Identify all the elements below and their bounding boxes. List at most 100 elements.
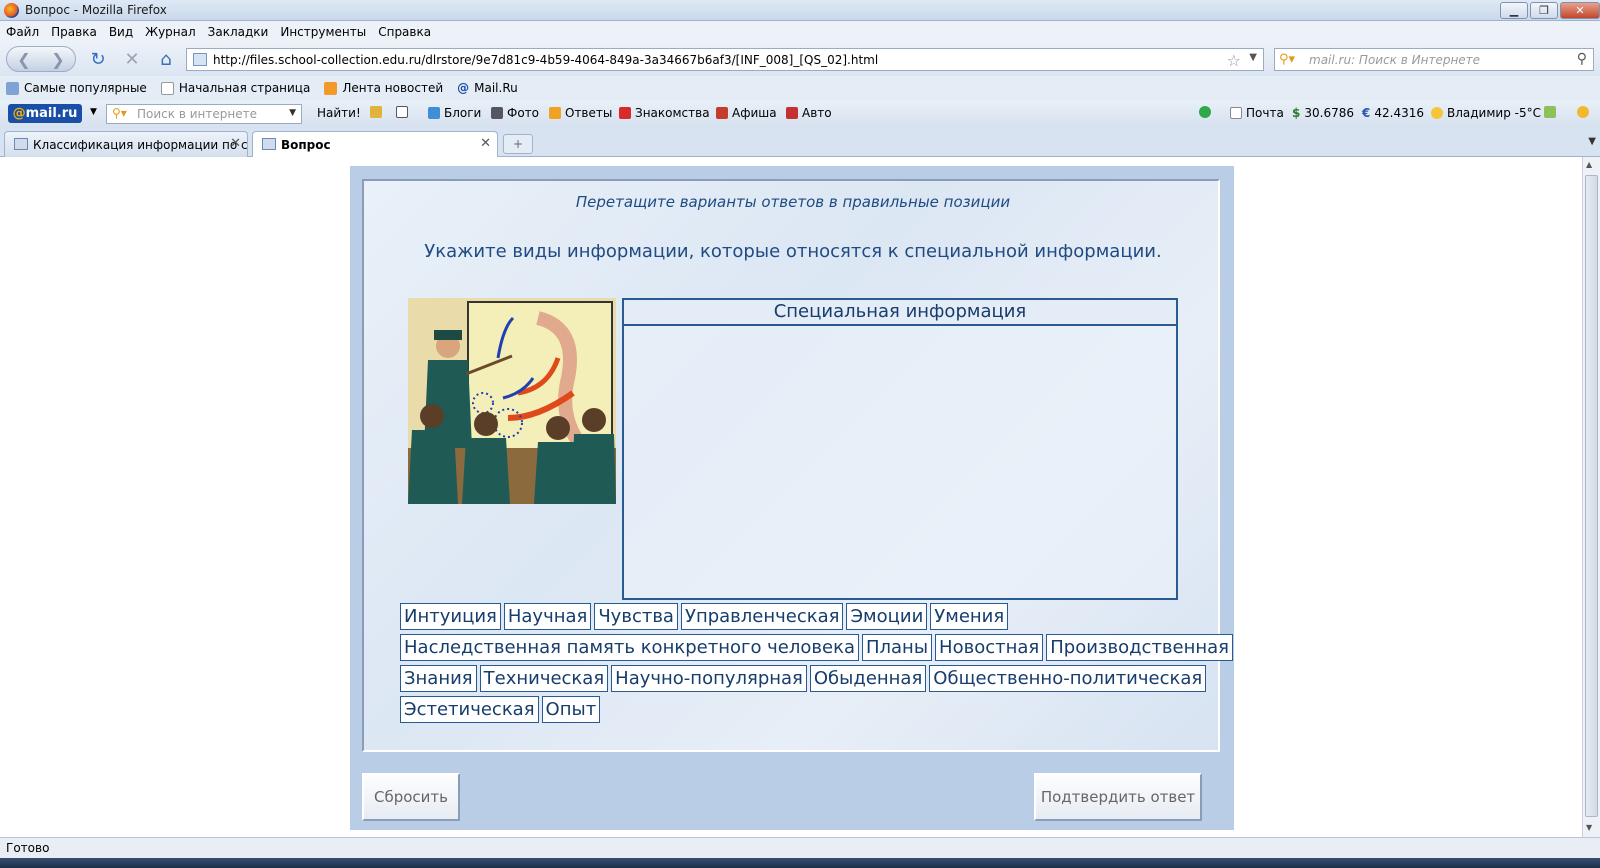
answer-chip[interactable]: Техническая	[479, 665, 609, 692]
answer-chip[interactable]: Производственная	[1046, 634, 1234, 661]
bookmark-label: Начальная страница	[178, 81, 311, 95]
find-button[interactable]: Найти!	[317, 106, 361, 120]
answer-chip[interactable]: Эмоции	[846, 603, 928, 630]
bookmark-most-visited[interactable]: Самые популярные	[6, 81, 147, 95]
tab-favicon-icon	[262, 138, 276, 150]
bookmark-start-page[interactable]: Начальная страница	[160, 81, 311, 95]
answer-chip[interactable]: Новостная	[935, 634, 1044, 661]
answer-chip[interactable]: Умения	[930, 603, 1009, 630]
highlight-icon[interactable]	[396, 106, 408, 118]
firefox-icon	[4, 2, 19, 18]
scroll-up-icon[interactable]: ▲	[1586, 160, 1592, 169]
bookmark-label: Mail.Ru	[474, 81, 518, 95]
tab-list-dropdown-icon[interactable]: ▼	[1588, 136, 1596, 147]
map-icon[interactable]	[1544, 106, 1556, 118]
minimize-button[interactable]: ▁	[1500, 2, 1528, 19]
close-tab-icon[interactable]: ✕	[230, 136, 241, 151]
url-bar[interactable]: http://files.school-collection.edu.ru/dl…	[186, 48, 1264, 71]
menu-edit[interactable]: Правка	[51, 25, 97, 39]
maximize-button[interactable]: ❐	[1530, 2, 1558, 19]
menu-history[interactable]: Журнал	[145, 25, 196, 39]
answer-chip[interactable]: Эстетическая	[400, 696, 539, 723]
forward-arrow-icon[interactable]: ❯	[51, 50, 64, 69]
mailru-logo[interactable]: @ mail.ru	[8, 104, 82, 123]
menu-tools[interactable]: Инструменты	[280, 25, 366, 39]
close-tab-icon[interactable]: ✕	[480, 136, 491, 151]
scrollbar-thumb[interactable]	[1585, 175, 1598, 817]
answer-row: Интуиция Научная Чувства Управленческая …	[400, 603, 1190, 630]
toolbar-dating[interactable]: Знакомства	[619, 106, 710, 120]
home-icon[interactable]: ⌂	[154, 47, 178, 71]
page-favicon-icon	[193, 53, 207, 66]
bookmark-label: Самые популярные	[24, 81, 147, 95]
tab-classification[interactable]: Классификация информации по с... ✕	[4, 131, 248, 157]
close-window-button[interactable]: ✕	[1560, 2, 1600, 19]
bookmark-mailru[interactable]: @ Mail.Ru	[457, 81, 518, 95]
heart-icon	[619, 107, 631, 119]
bookmark-news-feed[interactable]: Лента новостей	[324, 81, 443, 95]
tab-question[interactable]: Вопрос ✕	[252, 131, 498, 158]
instruction-text: Перетащите варианты ответов в правильные…	[575, 193, 1011, 211]
dropdown-icon[interactable]: ▼	[289, 108, 296, 118]
menu-view[interactable]: Вид	[109, 25, 133, 39]
toolbar-answers[interactable]: Ответы	[549, 106, 612, 120]
question-text: Укажите виды информации, которые относят…	[424, 241, 1162, 262]
mailru-toolbar: @ mail.ru ▼ ⚲▾ Поиск в интернете ▼ Найти!…	[0, 100, 1600, 128]
pencil-icon[interactable]	[370, 106, 382, 118]
special-info-dropzone[interactable]: Специальная информация	[622, 298, 1178, 600]
url-dropdown-icon[interactable]: ▼	[1249, 52, 1257, 63]
toolbar-usd-rate[interactable]: $30.6786	[1292, 106, 1354, 120]
camera-icon	[491, 107, 503, 119]
toolbar-blogs[interactable]: Блоги	[428, 106, 481, 120]
blogs-icon	[428, 107, 440, 119]
scroll-down-icon[interactable]: ▼	[1586, 823, 1592, 832]
toolbar-mail[interactable]: Почта	[1230, 106, 1284, 120]
stop-icon[interactable]: ✕	[120, 47, 144, 71]
new-tab-button[interactable]: +	[503, 134, 533, 154]
answer-chip[interactable]: Научно-популярная	[611, 665, 807, 692]
answer-chip[interactable]: Интуиция	[400, 603, 501, 630]
search-engine-icon[interactable]: ⚲▾	[1279, 52, 1295, 67]
menu-file[interactable]: Файл	[6, 25, 39, 39]
weather-icon	[1431, 107, 1443, 119]
answer-chip[interactable]: Наследственная память конкретного челове…	[400, 634, 859, 661]
answer-chip[interactable]: Общественно-политическая	[929, 665, 1207, 692]
answer-chip[interactable]: Опыт	[541, 696, 601, 723]
bookmark-star-icon[interactable]: ☆	[1227, 51, 1241, 70]
reset-button[interactable]: Сбросить	[362, 773, 460, 821]
answer-options: Интуиция Научная Чувства Управленческая …	[400, 603, 1234, 727]
window-title: Вопрос - Mozilla Firefox	[25, 3, 167, 17]
tab-bar: Классификация информации по с... ✕ Вопро…	[0, 128, 1600, 158]
answer-chip[interactable]: Планы	[861, 634, 933, 661]
search-icon[interactable]: ⚲	[1577, 51, 1587, 67]
answer-chip[interactable]: Знания	[400, 665, 477, 692]
reload-icon[interactable]: ↻	[86, 47, 110, 71]
answer-chip[interactable]: Чувства	[594, 603, 678, 630]
vertical-scrollbar[interactable]: ▲ ▼	[1582, 157, 1600, 837]
toolbar-auto[interactable]: Авто	[786, 106, 832, 120]
logo-dropdown-icon[interactable]: ▼	[90, 107, 97, 117]
mailru-search-input[interactable]: ⚲▾ Поиск в интернете ▼	[106, 104, 302, 124]
answers-icon	[549, 107, 561, 119]
bookmarks-toolbar: Самые популярные Начальная страница Лент…	[0, 76, 1600, 100]
submit-answer-button[interactable]: Подтвердить ответ	[1034, 773, 1202, 821]
toolbar-weather[interactable]: Владимир -5°C	[1431, 106, 1541, 120]
toolbar-photo[interactable]: Фото	[491, 106, 539, 120]
chat-icon[interactable]	[1199, 106, 1211, 118]
settings-gear-icon[interactable]	[1577, 106, 1589, 118]
answer-chip[interactable]: Научная	[503, 603, 592, 630]
back-forward-button[interactable]: ❮ ❯	[6, 46, 76, 72]
toolbar-eur-rate[interactable]: €42.4316	[1362, 106, 1424, 120]
back-arrow-icon[interactable]: ❮	[17, 50, 30, 69]
window-controls: ▁ ❐ ✕	[1500, 2, 1600, 19]
bookmark-label: Лента новостей	[342, 81, 444, 95]
menu-bookmarks[interactable]: Закладки	[208, 25, 269, 39]
at-icon: @	[457, 81, 470, 95]
answer-chip[interactable]: Обыденная	[809, 665, 927, 692]
answer-chip[interactable]: Управленческая	[680, 603, 844, 630]
toolbar-afisha[interactable]: Афиша	[716, 106, 777, 120]
menu-help[interactable]: Справка	[378, 25, 431, 39]
tab-favicon-icon	[14, 138, 28, 150]
search-bar[interactable]: ⚲▾ mail.ru: Поиск в Интернете ⚲	[1274, 48, 1594, 71]
page-content: Перетащите варианты ответов в правильные…	[0, 157, 1582, 837]
